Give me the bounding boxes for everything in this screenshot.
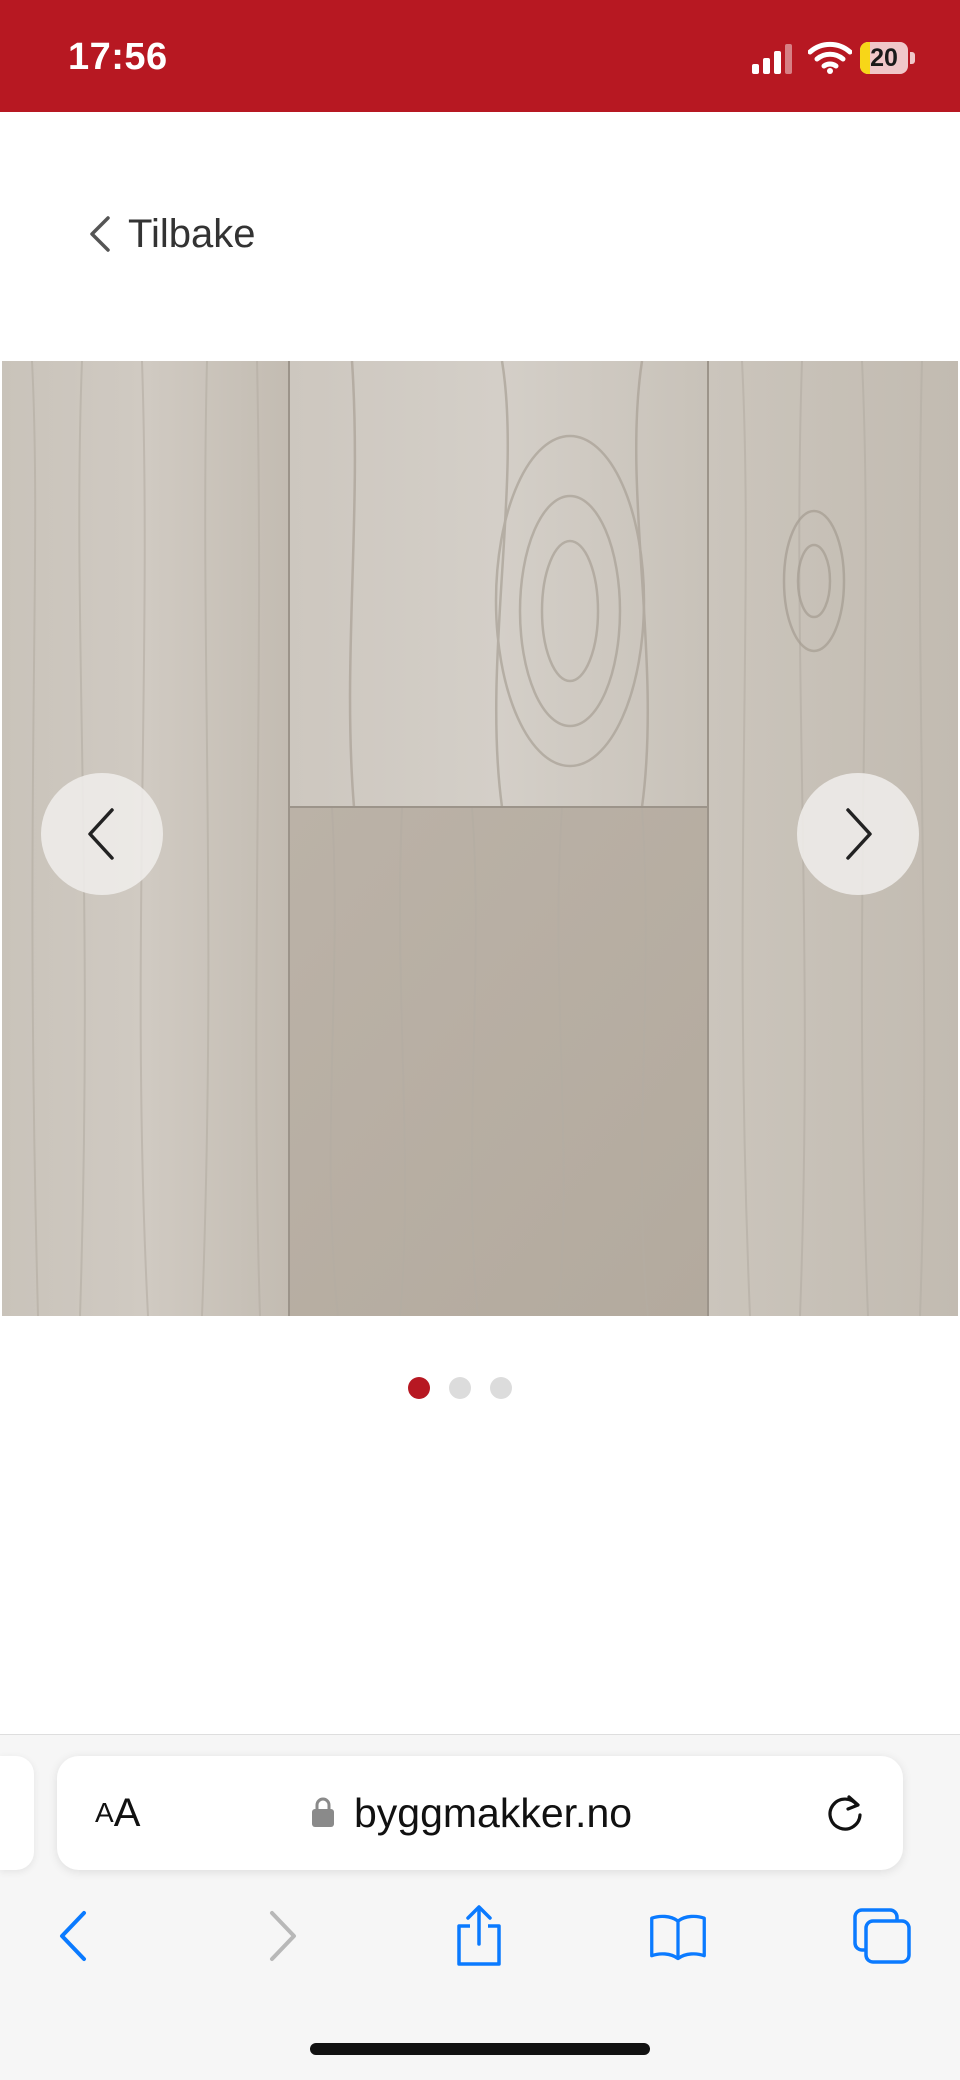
forward-arrow-icon xyxy=(270,1911,296,1961)
text-size-small-label: A xyxy=(95,1797,114,1828)
gallery-next-button[interactable] xyxy=(797,773,919,895)
tabs-icon xyxy=(853,1908,911,1964)
chevron-right-icon xyxy=(846,808,872,860)
back-link[interactable]: Tilbake xyxy=(86,202,255,266)
status-time: 17:56 xyxy=(68,36,168,78)
bookmarks-icon xyxy=(650,1914,706,1961)
browser-back-button[interactable] xyxy=(44,1906,104,1966)
battery-icon: 20 xyxy=(860,42,916,74)
address-bar[interactable]: AA byggmakker.no xyxy=(57,1756,903,1870)
bookmarks-button[interactable] xyxy=(648,1906,708,1966)
reload-icon[interactable] xyxy=(821,1789,869,1837)
back-label: Tilbake xyxy=(128,211,256,256)
pagination-dot[interactable] xyxy=(408,1377,430,1399)
chevron-left-icon xyxy=(90,216,110,252)
gallery-pagination xyxy=(0,1376,960,1400)
tabs-button[interactable] xyxy=(852,1906,912,1966)
browser-forward-button[interactable] xyxy=(252,1906,312,1966)
home-indicator xyxy=(310,2043,650,2055)
back-arrow-icon xyxy=(60,1911,86,1961)
text-size-big-label: A xyxy=(113,1790,141,1835)
text-size-button[interactable]: AA xyxy=(95,1756,140,1870)
pagination-dot[interactable] xyxy=(490,1377,512,1399)
gallery-prev-button[interactable] xyxy=(41,773,163,895)
share-button[interactable] xyxy=(449,1905,509,1966)
chevron-left-icon xyxy=(88,808,114,860)
battery-level: 20 xyxy=(870,44,898,72)
previous-tab-peek[interactable] xyxy=(0,1756,34,1870)
signal-icon xyxy=(752,44,792,74)
url-text: byggmakker.no xyxy=(354,1790,633,1836)
lock-icon xyxy=(312,1797,334,1827)
share-icon xyxy=(457,1905,501,1966)
wifi-icon xyxy=(808,41,852,74)
pagination-dot[interactable] xyxy=(449,1377,471,1399)
status-bar: 17:56 20 xyxy=(0,0,960,112)
